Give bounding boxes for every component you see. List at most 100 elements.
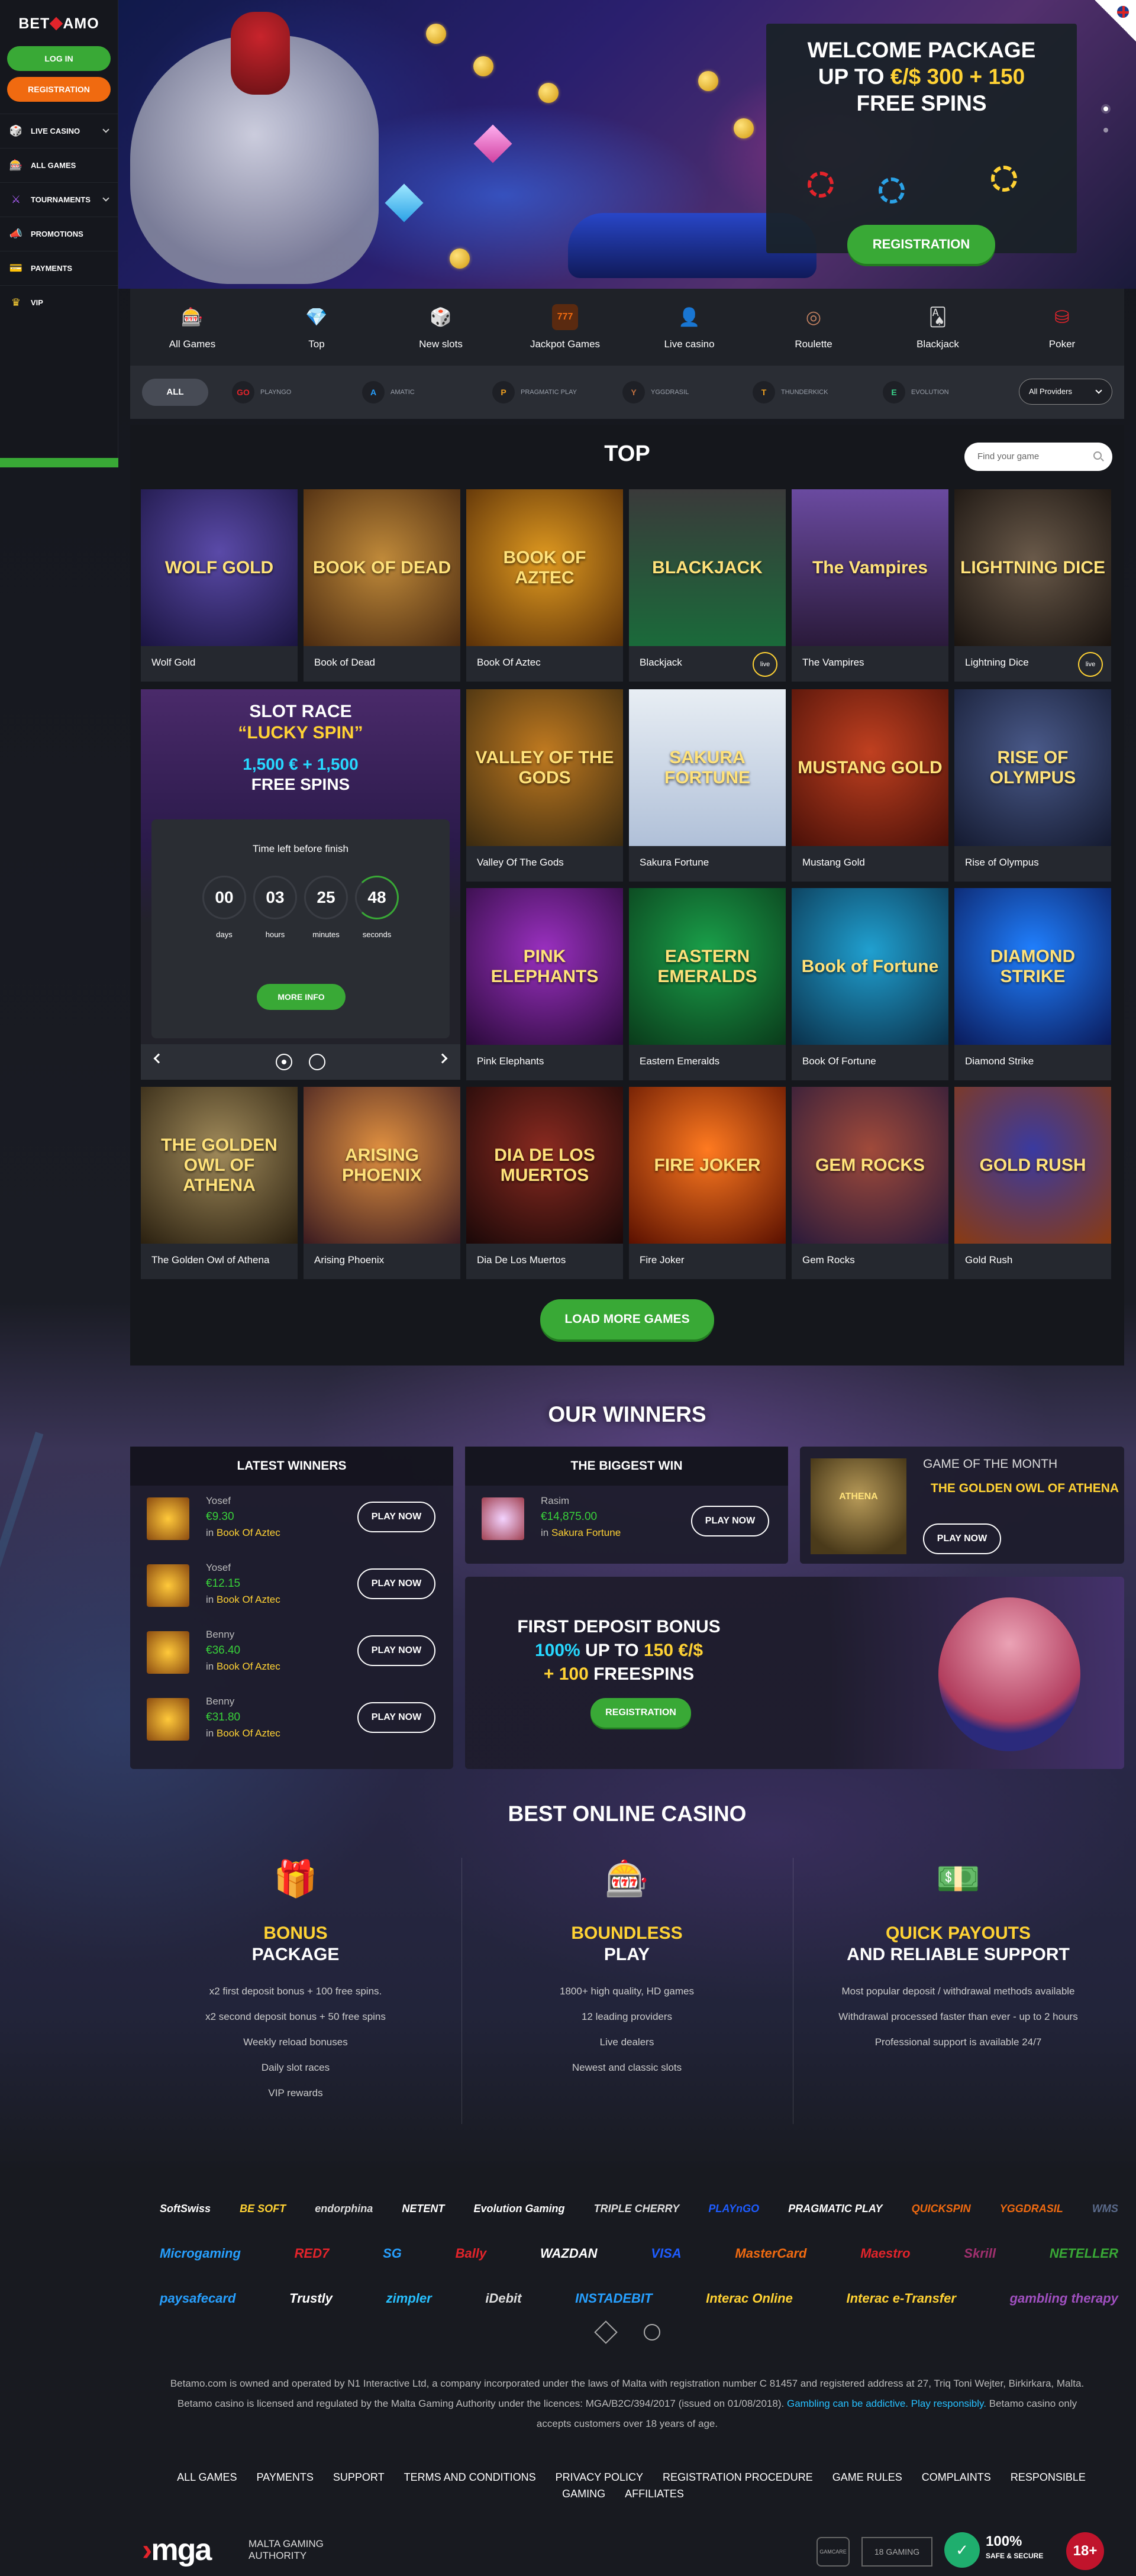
sidebar-item[interactable]: 📣 Promotions bbox=[0, 217, 118, 251]
game-tile[interactable]: DIA DE LOS MUERTOS Dia De Los Muertos bbox=[466, 1087, 623, 1279]
provider-item[interactable]: A AMATIC bbox=[362, 381, 492, 403]
category-item[interactable]: 🎰 All Games bbox=[136, 304, 248, 350]
game-tile[interactable]: GOLD RUSH Gold Rush bbox=[954, 1087, 1111, 1279]
deposit-registration-button[interactable]: Registration bbox=[590, 1698, 691, 1728]
providers-select[interactable]: All Providers bbox=[1019, 379, 1112, 405]
game-tile[interactable]: BLACKJACK Blackjack live bbox=[629, 489, 786, 682]
game-thumbnail[interactable]: SAKURA FORTUNE bbox=[629, 689, 786, 846]
play-now-button[interactable]: Play now bbox=[357, 1502, 435, 1532]
game-thumbnail[interactable]: Book of Fortune bbox=[792, 888, 948, 1045]
hero-registration-button[interactable]: Registration bbox=[847, 225, 995, 264]
search-icon[interactable] bbox=[1093, 451, 1102, 460]
slider-dot[interactable] bbox=[1103, 128, 1108, 133]
play-now-button[interactable]: Play now bbox=[923, 1523, 1001, 1554]
winner-game-name[interactable]: Book Of Aztec bbox=[217, 1594, 280, 1605]
game-thumbnail[interactable] bbox=[482, 1497, 524, 1540]
sidebar-item[interactable]: 🎲 Live casino bbox=[0, 114, 118, 148]
game-tile[interactable]: EASTERN EMERALDS Eastern Emeralds bbox=[629, 888, 786, 1080]
footer-nav-link[interactable]: Terms and conditions bbox=[404, 2471, 536, 2483]
winner-game-name[interactable]: Book Of Aztec bbox=[217, 1527, 280, 1538]
prev-arrow-icon[interactable] bbox=[153, 1053, 164, 1064]
footer-nav-link[interactable]: Game rules bbox=[832, 2471, 902, 2483]
game-thumbnail[interactable]: LIGHTNING DICE bbox=[954, 489, 1111, 646]
sidebar-item[interactable]: ⚔ Tournaments bbox=[0, 182, 118, 217]
category-item[interactable]: 👤 Live casino bbox=[633, 304, 746, 350]
game-thumbnail[interactable] bbox=[147, 1564, 189, 1607]
next-arrow-icon[interactable] bbox=[437, 1053, 448, 1064]
game-tile[interactable]: LIGHTNING DICE Lightning Dice live bbox=[954, 489, 1111, 682]
game-thumbnail[interactable]: FIRE JOKER bbox=[629, 1087, 786, 1244]
game-thumbnail[interactable]: BLACKJACK bbox=[629, 489, 786, 646]
winner-game-name[interactable]: Book Of Aztec bbox=[217, 1661, 280, 1672]
game-thumbnail[interactable]: DIA DE LOS MUERTOS bbox=[466, 1087, 623, 1244]
provider-item[interactable]: E EVOLUTION bbox=[883, 381, 1013, 403]
game-tile[interactable]: DIAMOND STRIKE Diamond Strike bbox=[954, 888, 1111, 1080]
game-tile[interactable]: FIRE JOKER Fire Joker bbox=[629, 1087, 786, 1279]
footer-nav-link[interactable]: Affiliates bbox=[625, 2488, 684, 2500]
category-item[interactable]: 🎲 New slots bbox=[385, 304, 497, 350]
hero-banner[interactable]: WELCOME PACKAGE UP TO €/$ 300 + 150 FREE… bbox=[118, 0, 1136, 289]
sidebar-item[interactable]: 🎰 All games bbox=[0, 148, 118, 182]
game-thumbnail[interactable] bbox=[147, 1698, 189, 1741]
game-tile[interactable]: ARISING PHOENIX Arising Phoenix bbox=[304, 1087, 460, 1279]
footer-nav-link[interactable]: Privacy policy bbox=[556, 2471, 643, 2483]
login-button[interactable]: Log in bbox=[7, 46, 111, 71]
sidebar-item[interactable]: 💳 Payments bbox=[0, 251, 118, 285]
game-tile[interactable]: VALLEY OF THE GODS Valley Of The Gods bbox=[466, 689, 623, 882]
chevron-down-icon[interactable] bbox=[102, 195, 109, 202]
category-item[interactable]: 777 Jackpot Games bbox=[509, 304, 621, 350]
game-tile[interactable]: MUSTANG GOLD Mustang Gold bbox=[792, 689, 948, 882]
category-item[interactable]: ◎ Roulette bbox=[757, 304, 870, 350]
slider-dot[interactable] bbox=[1103, 106, 1108, 111]
game-thumbnail[interactable] bbox=[147, 1497, 189, 1540]
provider-item[interactable]: P PRAGMATIC PLAY bbox=[492, 381, 622, 403]
game-tile[interactable]: RISE OF OLYMPUS Rise of Olympus bbox=[954, 689, 1111, 882]
game-tile[interactable]: WOLF GOLD Wolf Gold bbox=[141, 489, 298, 682]
game-search-input[interactable]: Find your game bbox=[964, 443, 1112, 471]
game-tile[interactable]: The Vampires The Vampires bbox=[792, 489, 948, 682]
category-item[interactable]: 💎 Top bbox=[260, 304, 373, 350]
game-thumbnail[interactable]: BOOK OF DEAD bbox=[304, 489, 460, 646]
game-thumbnail[interactable] bbox=[147, 1631, 189, 1674]
registration-button[interactable]: Registration bbox=[7, 77, 111, 102]
game-thumbnail[interactable]: PINK ELEPHANTS bbox=[466, 888, 623, 1045]
game-thumbnail[interactable]: BOOK OF AZTEC bbox=[466, 489, 623, 646]
play-now-button[interactable]: Play now bbox=[357, 1635, 435, 1666]
provider-item[interactable]: Y YGGDRASIL bbox=[622, 381, 753, 403]
gamcare-badge[interactable]: GAMCARE bbox=[816, 2537, 850, 2567]
load-more-games-button[interactable]: Load more games bbox=[540, 1299, 714, 1339]
footer-nav-link[interactable]: Registration procedure bbox=[663, 2471, 813, 2483]
game-thumbnail[interactable]: THE GOLDEN OWL OF ATHENA bbox=[141, 1087, 298, 1244]
game-thumbnail[interactable]: ARISING PHOENIX bbox=[304, 1087, 460, 1244]
category-item[interactable]: ⛁ Poker bbox=[1006, 304, 1118, 350]
brand-logo[interactable]: BET AMO bbox=[0, 0, 118, 46]
game-tile[interactable]: Book of Fortune Book Of Fortune bbox=[792, 888, 948, 1080]
game-thumbnail[interactable]: The Vampires bbox=[792, 489, 948, 646]
chevron-down-icon[interactable] bbox=[102, 126, 109, 133]
eighteen-gaming-badge[interactable]: 18 GAMING bbox=[861, 2537, 932, 2567]
provider-item[interactable]: T THUNDERKICK bbox=[753, 381, 883, 403]
provider-item[interactable]: GO PLAYNGO bbox=[232, 381, 362, 403]
slider-dot-active[interactable] bbox=[276, 1054, 292, 1070]
game-thumbnail[interactable]: DIAMOND STRIKE bbox=[954, 888, 1111, 1045]
responsible-gaming-link[interactable]: Gambling can be addictive. Play responsi… bbox=[787, 2398, 986, 2409]
race-more-info-button[interactable]: More info bbox=[257, 984, 346, 1010]
play-now-button[interactable]: Play now bbox=[691, 1506, 769, 1536]
game-thumbnail[interactable]: WOLF GOLD bbox=[141, 489, 298, 646]
game-tile[interactable]: BOOK OF AZTEC Book Of Aztec bbox=[466, 489, 623, 682]
winner-game-name[interactable]: Sakura Fortune bbox=[551, 1527, 621, 1538]
sidebar-item[interactable]: ♛ VIP bbox=[0, 285, 118, 319]
game-thumbnail[interactable]: GOLD RUSH bbox=[954, 1087, 1111, 1244]
slider-dot[interactable] bbox=[309, 1054, 325, 1070]
language-switcher[interactable] bbox=[1095, 0, 1136, 41]
game-tile[interactable]: BOOK OF DEAD Book of Dead bbox=[304, 489, 460, 682]
game-thumbnail[interactable]: RISE OF OLYMPUS bbox=[954, 689, 1111, 846]
footer-nav-link[interactable]: Support bbox=[333, 2471, 385, 2483]
play-now-button[interactable]: Play now bbox=[357, 1568, 435, 1599]
game-tile[interactable]: GEM ROCKS Gem Rocks bbox=[792, 1087, 948, 1279]
footer-nav-link[interactable]: Complaints bbox=[922, 2471, 991, 2483]
mga-logo[interactable]: ›mga bbox=[142, 2532, 212, 2568]
game-tile[interactable]: THE GOLDEN OWL OF ATHENA The Golden Owl o… bbox=[141, 1087, 298, 1279]
game-tile[interactable]: PINK ELEPHANTS Pink Elephants bbox=[466, 888, 623, 1080]
footer-nav-link[interactable]: All games bbox=[177, 2471, 237, 2483]
